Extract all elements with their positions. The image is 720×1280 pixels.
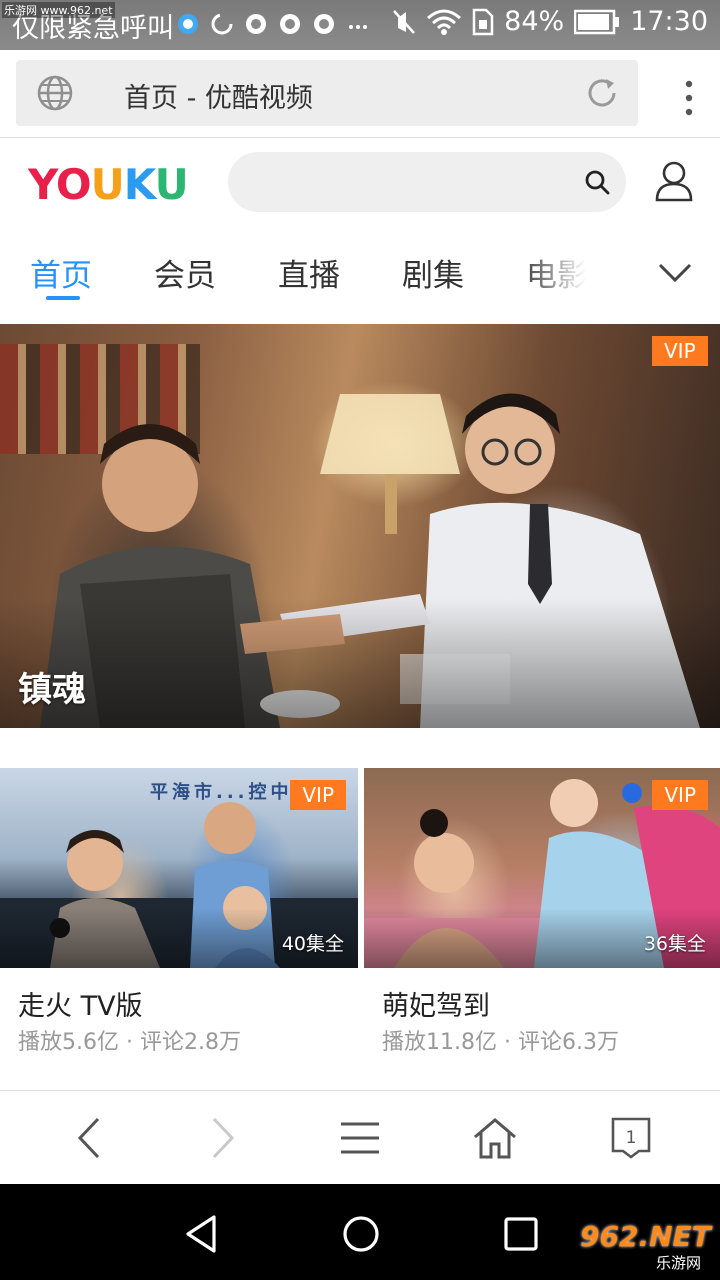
active-tab-indicator [46,296,80,300]
tab-series[interactable]: 剧集 [402,250,464,295]
video-title: 萌妃驾到 [382,991,490,1022]
vip-badge: VIP [290,780,346,810]
watermark-subtitle: 乐游网 [656,1254,702,1272]
menu-button[interactable] [335,1113,385,1163]
watermark-top: 乐游网 www.962.net [2,2,115,18]
browser-notification-icon [175,11,201,37]
watermark-logo: 962.NET [580,1220,711,1253]
hero-gradient [0,598,720,728]
tab-home[interactable]: 首页 [30,250,92,295]
video-thumbnail: 平海市...控中心 VIP 40集全 [0,768,358,968]
loading-icon [209,11,235,37]
globe-icon [37,75,73,111]
qq-icon [311,11,337,37]
video-title: 走火 TV版 [18,991,143,1022]
status-bar: 仅限紧急呼叫 84% 17:30 乐游网 www.962.net [0,0,720,50]
qq-icon [277,11,303,37]
reload-icon[interactable] [584,75,620,111]
hero-title: 镇魂 [18,670,86,710]
hamburger-icon [341,1122,379,1154]
home-icon [474,1118,516,1159]
browser-address-bar: 首页 - 优酷视频 [0,50,720,138]
page-title: 首页 - 优酷视频 [124,83,313,114]
chevron-down-icon[interactable] [658,262,692,284]
video-thumbnail: VIP 36集全 [364,768,720,968]
status-right: 84% 17:30 [392,6,708,37]
battery-percent: 84% [504,6,565,37]
system-nav-bar: 962.NET 乐游网 [0,1184,720,1280]
battery-icon [574,9,620,34]
overflow-menu-icon[interactable] [684,80,694,116]
category-tabs: 首页 会员 直播 剧集 电影 [0,228,720,324]
screen: 仅限紧急呼叫 84% 17:30 乐游网 www.962.net 首页 - 优酷… [0,0,720,1280]
tabs-button[interactable]: 1 [606,1113,656,1163]
vip-badge: VIP [652,780,708,810]
home-button[interactable] [470,1113,520,1163]
nav-home-icon[interactable] [339,1212,383,1256]
browser-toolbar: 1 [0,1090,720,1184]
more-notifications-icon [345,11,371,37]
youku-logo[interactable]: YOUKU [28,161,200,205]
search-icon[interactable] [584,169,610,195]
nav-recents-icon[interactable] [499,1212,543,1256]
youku-header: YOUKU [0,138,720,228]
clock: 17:30 [630,6,708,37]
video-card[interactable]: VIP 36集全 萌妃驾到 播放11.8亿 · 评论6.3万 [364,768,720,1088]
watermark-bottom: 962.NET 乐游网 [580,1220,714,1276]
episode-count: 36集全 [643,933,706,955]
video-card[interactable]: 平海市...控中心 VIP 40集全 走火 TV版 播放5.6亿 · 评论2.8… [0,768,358,1088]
video-stats: 播放5.6亿 · 评论2.8万 [18,1030,241,1055]
wifi-icon [427,9,462,35]
tab-count-icon: 1 [611,1117,651,1159]
episode-count: 40集全 [281,933,344,955]
sim-icon [472,8,494,35]
hero-banner[interactable]: VIP 镇魂 [0,324,720,728]
tab-live[interactable]: 直播 [278,250,340,295]
mute-icon [393,9,416,34]
svg-text:YOUKU: YOUKU [28,161,188,205]
tab-fade [520,228,640,324]
user-icon[interactable] [654,160,694,202]
chevron-right-icon [212,1117,235,1159]
vip-badge: VIP [652,336,708,366]
search-input[interactable] [228,152,626,212]
qq-icon [243,11,269,37]
back-button[interactable] [64,1113,114,1163]
forward-button[interactable] [198,1113,248,1163]
svg-text:1: 1 [626,1128,637,1148]
tab-vip[interactable]: 会员 [154,250,216,295]
nav-back-icon[interactable] [180,1212,224,1256]
chevron-left-icon [77,1117,100,1159]
url-field[interactable]: 首页 - 优酷视频 [16,60,638,126]
video-stats: 播放11.8亿 · 评论6.3万 [382,1030,619,1055]
notification-icons [175,11,371,37]
